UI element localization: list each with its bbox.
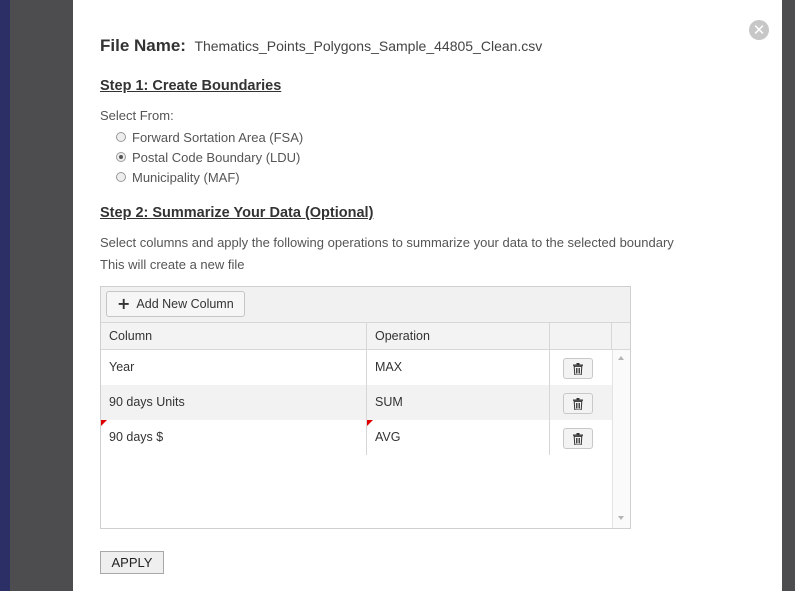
cell-operation[interactable]: SUM <box>367 385 550 420</box>
scroll-up-icon[interactable] <box>618 356 624 360</box>
column-header-actions <box>550 323 612 349</box>
file-name-row: File Name: Thematics_Points_Polygons_Sam… <box>100 36 542 56</box>
cell-column[interactable]: 90 days Units <box>101 385 367 420</box>
scroll-down-icon[interactable] <box>618 516 624 520</box>
grid-header: Column Operation <box>101 323 630 350</box>
grid-toolbar: + Add New Column <box>101 287 630 323</box>
summary-grid: + Add New Column Column Operation Year M… <box>100 286 631 529</box>
close-icon[interactable]: ✕ <box>749 20 769 40</box>
delete-row-button[interactable] <box>563 428 593 449</box>
plus-icon: + <box>117 294 131 313</box>
cell-operation[interactable]: MAX <box>367 350 550 385</box>
radio-fsa-label: Forward Sortation Area (FSA) <box>132 129 304 145</box>
radio-ldu-label: Postal Code Boundary (LDU) <box>132 149 301 165</box>
apply-button[interactable]: APPLY <box>100 551 164 574</box>
background-strip <box>0 0 10 591</box>
step2-description: Select columns and apply the following o… <box>100 235 674 250</box>
column-header-operation[interactable]: Operation <box>367 323 550 349</box>
grid-scrollbar[interactable] <box>612 350 630 528</box>
file-name-label: File Name: <box>100 36 186 55</box>
cell-column[interactable]: 90 days $ <box>101 420 367 455</box>
table-row: 90 days Units SUM <box>101 385 612 420</box>
cell-operation[interactable]: AVG <box>367 420 550 455</box>
trash-icon <box>573 432 583 445</box>
trash-icon <box>573 362 583 375</box>
radio-button-icon[interactable] <box>116 172 126 182</box>
radio-button-checked-icon[interactable] <box>116 152 126 162</box>
radio-button-icon[interactable] <box>116 132 126 142</box>
column-header-column[interactable]: Column <box>101 323 367 349</box>
step2-note: This will create a new file <box>100 257 245 272</box>
table-row: 90 days $ AVG <box>101 420 612 455</box>
step2-heading: Step 2: Summarize Your Data (Optional) <box>100 205 374 221</box>
delete-row-button[interactable] <box>563 358 593 379</box>
table-row: Year MAX <box>101 350 612 385</box>
radio-maf-label: Municipality (MAF) <box>132 169 240 185</box>
radio-ldu[interactable]: Postal Code Boundary (LDU) <box>116 149 300 165</box>
add-new-column-button[interactable]: + Add New Column <box>106 291 245 317</box>
cell-column[interactable]: Year <box>101 350 367 385</box>
delete-row-button[interactable] <box>563 393 593 414</box>
summarize-dialog: ✕ File Name: Thematics_Points_Polygons_S… <box>73 0 782 591</box>
step1-heading: Step 1: Create Boundaries <box>100 78 282 94</box>
radio-maf[interactable]: Municipality (MAF) <box>116 169 240 185</box>
radio-fsa[interactable]: Forward Sortation Area (FSA) <box>116 129 303 145</box>
add-new-column-label: Add New Column <box>136 297 234 311</box>
file-name-value: Thematics_Points_Polygons_Sample_44805_C… <box>194 38 543 54</box>
select-from-label: Select From: <box>100 108 174 123</box>
trash-icon <box>573 397 583 410</box>
